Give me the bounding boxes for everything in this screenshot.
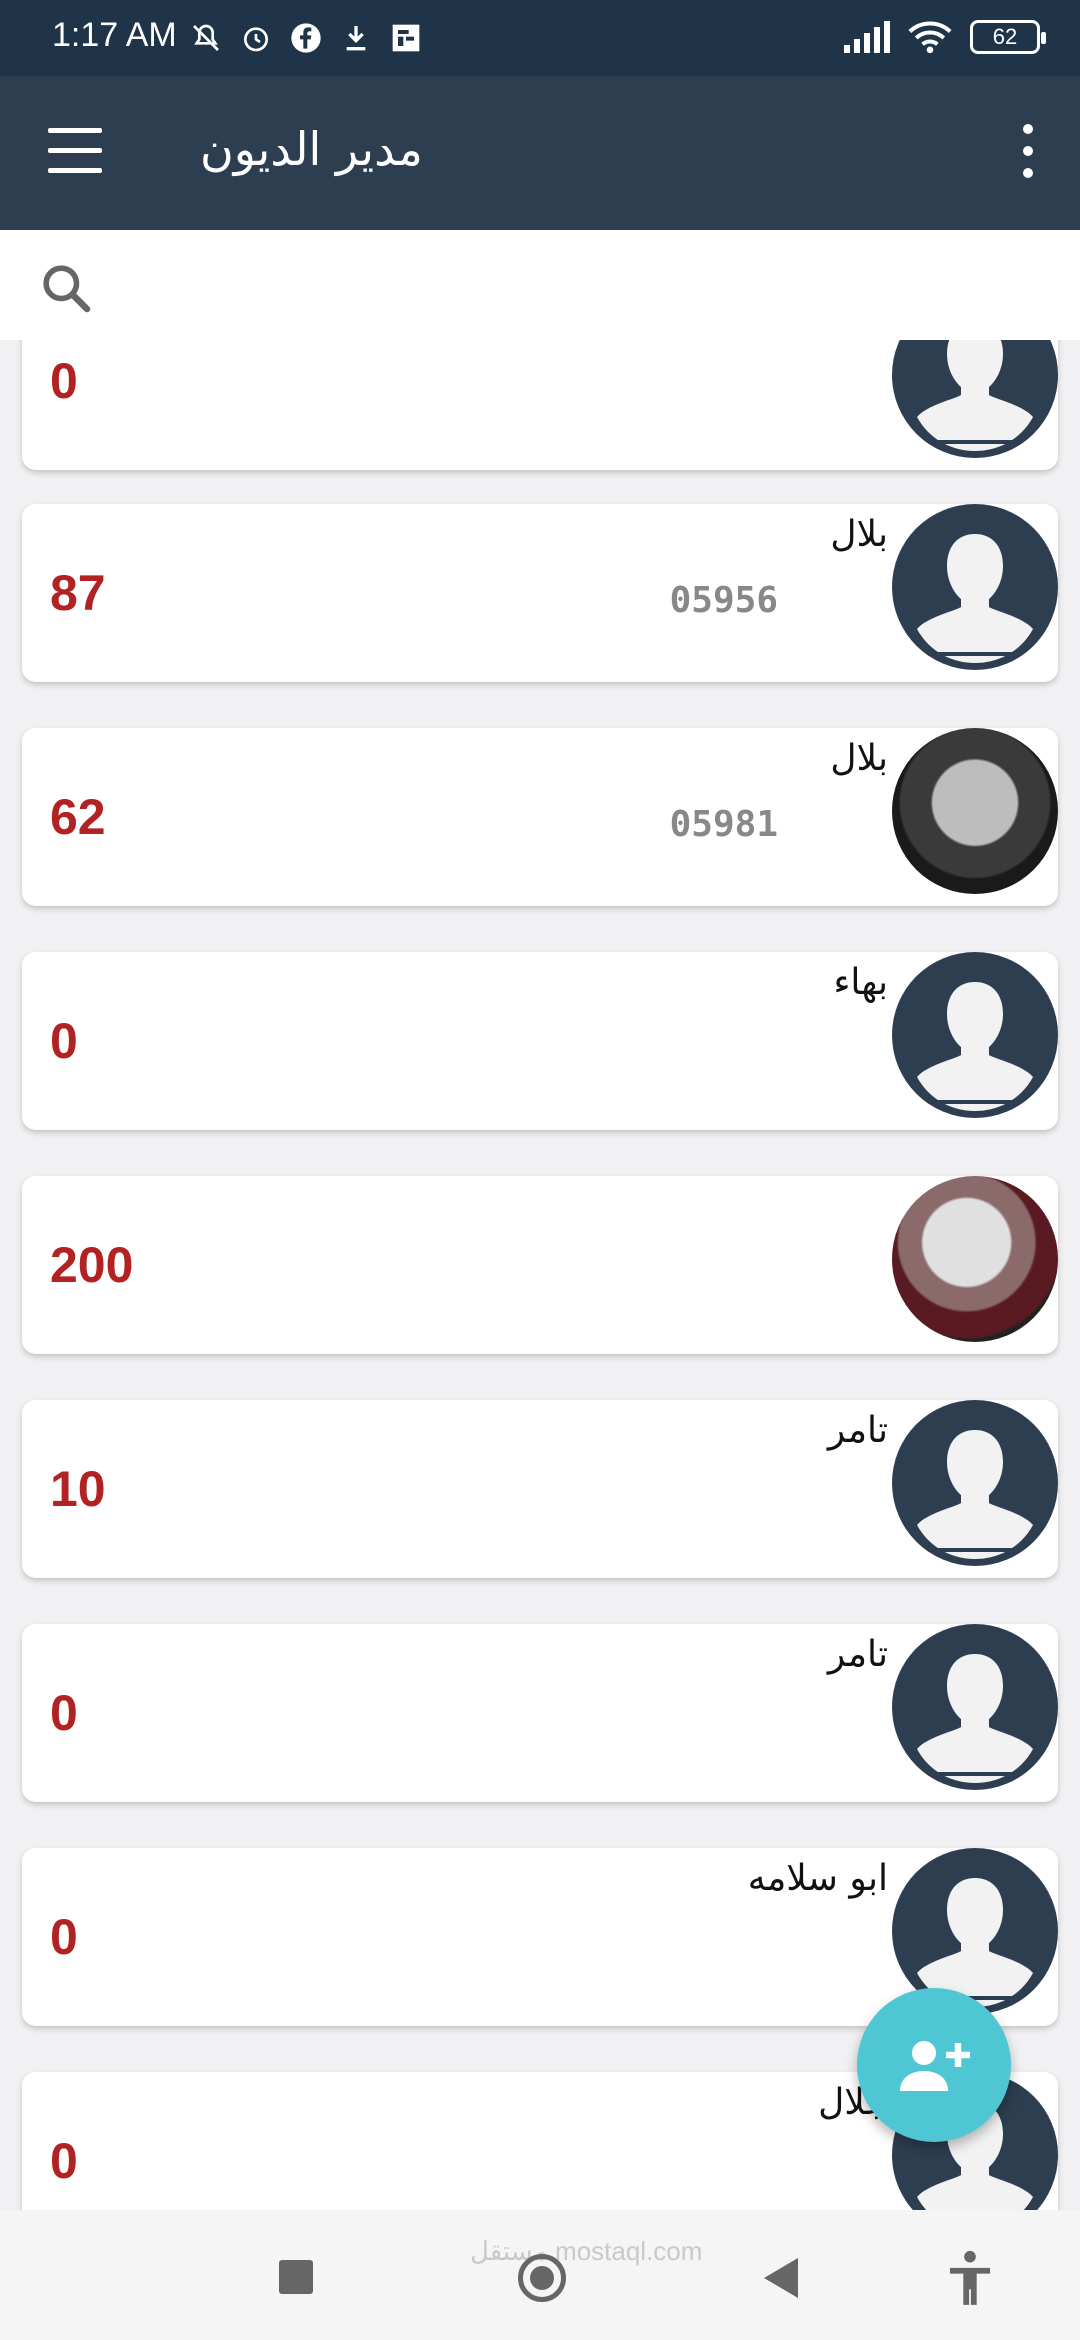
signal-icon [844,21,890,53]
debt-amount: 10 [50,1461,106,1517]
contact-card[interactable]: 10 تامر [22,1400,1058,1578]
search-bar[interactable] [0,230,1080,340]
contact-phone: 05956 [669,580,778,621]
avatar [892,952,1058,1118]
status-notification-icons [190,22,422,54]
person-silhouette-icon [912,1654,1038,1783]
alarm-icon [244,27,268,52]
debt-amount: 0 [50,1685,78,1741]
contact-card[interactable]: 87 بلال 05956 [22,504,1058,682]
app-title: مدير الديون [200,122,423,176]
contact-name: تامر [827,1634,888,1675]
back-icon[interactable] [764,2258,798,2298]
avatar-photo [892,728,1058,894]
contact-name: بلال [830,514,888,555]
system-nav-bar: مستقل mostaql.com [0,2210,1080,2340]
accessibility-icon[interactable] [943,2250,997,2308]
debt-amount: 200 [50,1237,134,1293]
search-icon[interactable] [38,260,94,316]
battery-level: 62 [992,24,1018,49]
debt-amount: 0 [50,1013,78,1069]
debt-amount: 0 [50,1909,78,1965]
avatar [892,1400,1058,1566]
debt-amount: 62 [50,789,106,845]
person-silhouette-icon [912,1430,1038,1559]
screen: { "status_bar": { "time": "1:17 AM", "ba… [0,0,1080,2340]
status-system-icons: 62 [844,20,1046,54]
menu-icon[interactable] [48,128,104,176]
contact-card[interactable]: 0 بهاء [22,952,1058,1130]
app-icon [392,24,420,52]
avatar-photo [892,1176,1058,1342]
avatar [892,340,1058,458]
contact-name: بهاء [833,962,888,1003]
download-icon [346,26,366,51]
contact-name: ابو سلامه [747,1858,888,1899]
status-time: 1:17 AM [52,16,177,54]
more-vert-icon[interactable] [1016,124,1040,182]
contact-card[interactable]: 62 بلال 05981 [22,728,1058,906]
debt-amount: 0 [50,2133,78,2189]
app-bar: مدير الديون [0,76,1080,230]
status-bar: 1:17 AM 62 [0,0,1080,76]
recents-icon[interactable] [279,2260,313,2294]
mute-icon [193,24,219,51]
debt-amount: 87 [50,565,106,621]
contact-name: تامر [827,1410,888,1451]
contact-list[interactable]: 0 87 بلال 05956 62 بلال 05981 0 بهاء 200… [0,340,1080,2210]
debt-amount: 0 [50,353,78,409]
contact-card[interactable]: 200 [22,1176,1058,1354]
contact-card[interactable]: 0 تامر [22,1624,1058,1802]
wifi-icon [908,21,952,54]
avatar [892,504,1058,670]
avatar [892,1624,1058,1790]
facebook-icon [291,23,321,53]
home-icon[interactable] [518,2254,566,2302]
contact-name: بلال [830,738,888,779]
contact-card[interactable]: 0 [22,340,1058,470]
contact-phone: 05981 [669,804,778,845]
add-person-icon [900,2041,970,2091]
person-silhouette-icon [912,340,1038,451]
person-silhouette-icon [912,982,1038,1111]
watermark: مستقل mostaql.com [470,2236,703,2266]
person-silhouette-icon [912,534,1038,663]
battery-icon: 62 [970,20,1046,54]
add-contact-button[interactable] [857,1988,1011,2142]
